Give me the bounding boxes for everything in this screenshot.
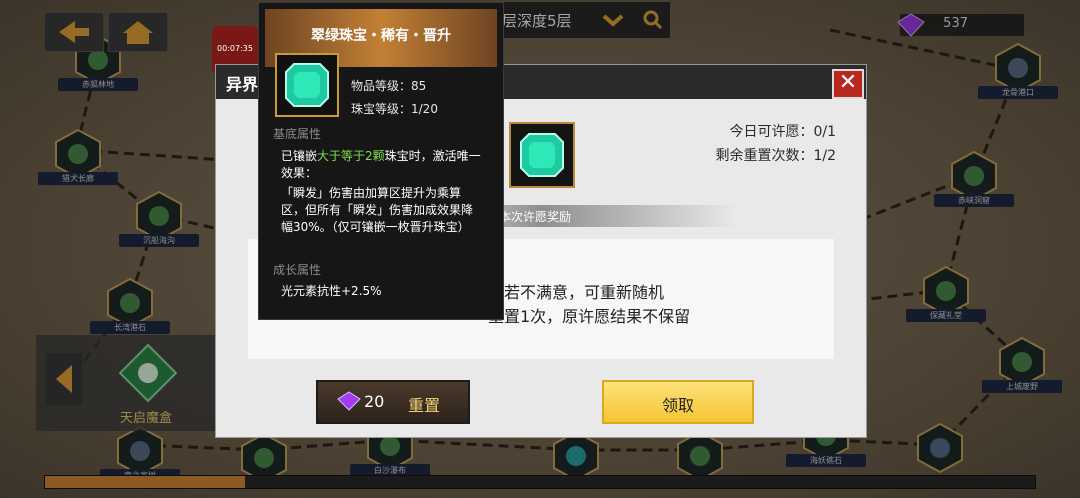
- resets-left: 剩余重置次数：1/2: [715, 148, 836, 164]
- gem-icon: [337, 391, 361, 411]
- item-level: 物品等级：85: [351, 79, 427, 93]
- desc-line-2: 重置1次，原许愿结果不保留: [488, 307, 691, 326]
- claim-label: 领取: [661, 396, 694, 415]
- close-icon: ✕: [838, 70, 858, 95]
- unique-effect: 「瞬发」伤害由加算区提升为乘算区，但所有「瞬发」伤害加成效果降幅30%。（仅可镶…: [281, 186, 474, 234]
- timer-text: 00:07:35: [217, 44, 253, 53]
- base-highlight: 大于等于2颗: [317, 149, 385, 163]
- emerald-icon: [285, 63, 329, 107]
- tooltip-title: 翠绿珠宝・稀有・晋升: [311, 28, 451, 44]
- reset-label: 重置: [408, 396, 441, 415]
- desc-line-1: ，若不满意，可重新随机: [488, 283, 665, 302]
- emerald-icon: [520, 133, 564, 177]
- today-wish-count: 今日可许愿：0/1: [729, 124, 836, 140]
- reward-label: 本次许愿奖励: [499, 210, 572, 224]
- close-button[interactable]: ✕: [832, 69, 864, 99]
- growth-section-title: 成长属性: [273, 263, 322, 277]
- base-effect: 已镶嵌大于等于2颗珠宝时，激活唯一效果：: [281, 148, 481, 182]
- item-tooltip: 翠绿珠宝・稀有・晋升 物品等级：85 珠宝等级：1/20 基底属性 已镶嵌大于等…: [258, 2, 504, 320]
- dialog-title: 异界: [226, 75, 259, 94]
- base-pre: 已镶嵌: [281, 149, 318, 163]
- gem-level: 珠宝等级：1/20: [351, 102, 438, 116]
- growth-stat: 光元素抗性+2.5%: [281, 284, 382, 298]
- reset-button[interactable]: 20 重置: [316, 380, 470, 424]
- claim-button[interactable]: 领取: [602, 380, 754, 424]
- tooltip-gem-slot: [275, 53, 339, 117]
- reward-gem-slot[interactable]: [509, 122, 575, 188]
- base-section-title: 基底属性: [273, 127, 322, 141]
- reset-cost: 20: [364, 392, 385, 411]
